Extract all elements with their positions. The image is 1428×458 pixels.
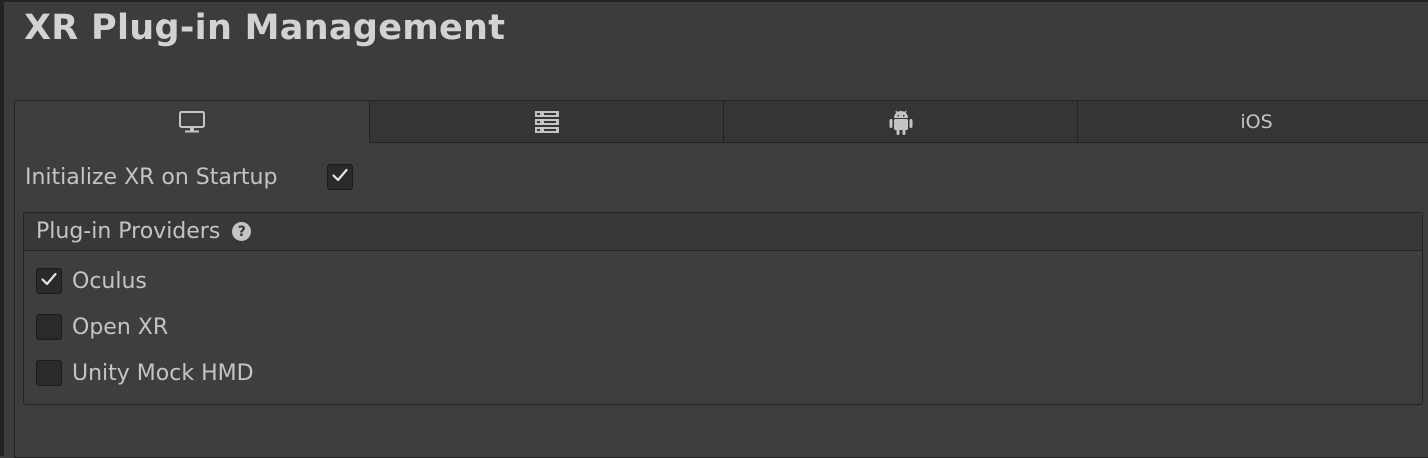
plugin-providers-section: Plug-in Providers ? Oculus Open XR Unity… bbox=[23, 212, 1423, 405]
provider-label-oculus: Oculus bbox=[72, 268, 147, 294]
monitor-icon bbox=[178, 110, 206, 134]
platform-panel: iOS Initialize XR on Startup Plug-in Pro… bbox=[14, 100, 1428, 458]
checkmark-icon bbox=[331, 167, 349, 187]
provider-row-unity-mock-hmd: Unity Mock HMD bbox=[36, 357, 254, 389]
oculus-checkbox[interactable] bbox=[36, 268, 62, 294]
tab-dedicated-server[interactable] bbox=[370, 101, 724, 143]
server-icon bbox=[534, 110, 560, 134]
provider-label-unity-mock-hmd: Unity Mock HMD bbox=[72, 360, 254, 386]
provider-row-openxr: Open XR bbox=[36, 311, 168, 343]
initialize-xr-label: Initialize XR on Startup bbox=[25, 164, 278, 190]
checkmark-icon bbox=[40, 271, 58, 291]
android-icon bbox=[888, 108, 914, 136]
unity-mock-hmd-checkbox[interactable] bbox=[36, 360, 62, 386]
provider-label-openxr: Open XR bbox=[72, 314, 169, 340]
tab-ios-label: iOS bbox=[1240, 110, 1273, 133]
plugin-providers-header: Plug-in Providers ? bbox=[24, 213, 1422, 251]
initialize-xr-checkbox[interactable] bbox=[327, 164, 353, 190]
platform-tabs: iOS bbox=[15, 101, 1428, 143]
initialize-xr-row: Initialize XR on Startup bbox=[25, 161, 353, 193]
plugin-providers-title: Plug-in Providers bbox=[36, 219, 221, 244]
xr-plugin-management-window: XR Plug-in Management iOS Initialize XR … bbox=[0, 0, 1428, 458]
tab-ios[interactable]: iOS bbox=[1078, 101, 1428, 143]
page-title: XR Plug-in Management bbox=[24, 8, 506, 48]
help-icon[interactable]: ? bbox=[232, 222, 252, 241]
tab-standalone[interactable] bbox=[15, 101, 370, 143]
openxr-checkbox[interactable] bbox=[36, 314, 62, 340]
provider-row-oculus: Oculus bbox=[36, 265, 147, 297]
tab-android[interactable] bbox=[724, 101, 1078, 143]
